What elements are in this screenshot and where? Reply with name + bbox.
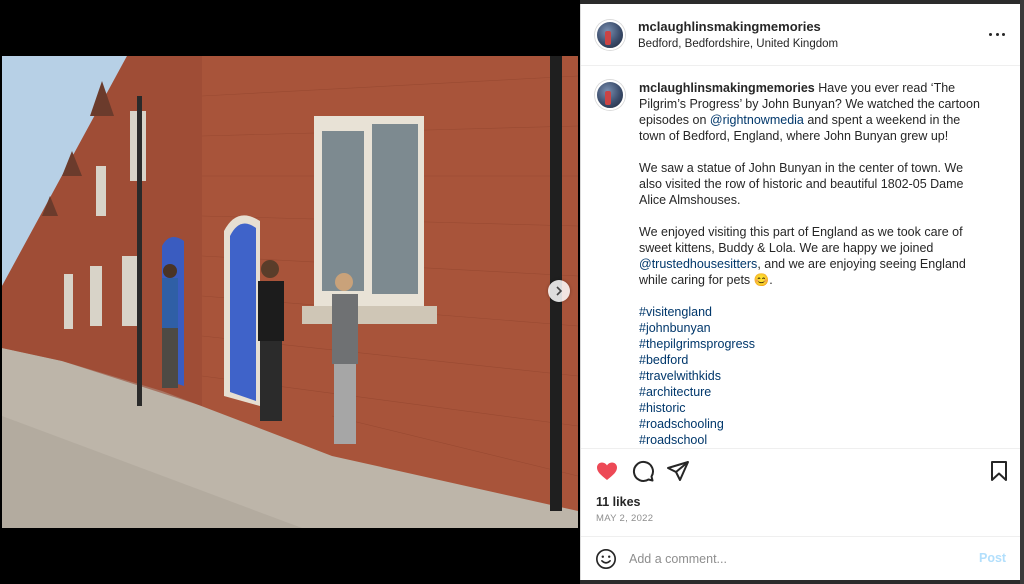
comment-bubble-icon[interactable] [631,459,655,483]
post-panel: mclaughlinsmakingmemories Bedford, Bedfo… [580,4,1021,580]
hashtag-link[interactable]: #bedford [639,352,989,368]
hashtag-list: #visitengland #johnbunyan #thepilgrimspr… [639,304,989,448]
comment-bar: Post [581,536,1021,580]
bookmark-icon[interactable] [987,459,1011,483]
hashtag-link[interactable]: #historic [639,400,989,416]
caption-area: mclaughlinsmakingmemories Have you ever … [581,66,1021,448]
emoji-smile-icon[interactable] [595,548,617,570]
post-comment-button[interactable]: Post [979,551,1006,565]
caption-p2: We saw a statue of John Bunyan in the ce… [639,161,964,207]
post-header: mclaughlinsmakingmemories Bedford, Bedfo… [581,4,1021,66]
hashtag-link[interactable]: #roadschool [639,432,989,448]
post-media [0,0,580,584]
hashtag-link[interactable]: #thepilgrimsprogress [639,336,989,352]
almshouses-photo [2,56,578,528]
post-date: MAY 2, 2022 [596,513,654,524]
hashtag-link[interactable]: #travelwithkids [639,368,989,384]
paper-plane-icon[interactable] [666,459,690,483]
likes-count[interactable]: 11 likes [596,495,641,509]
post-location[interactable]: Bedford, Bedfordshire, United Kingdom [638,38,838,50]
post-username[interactable]: mclaughlinsmakingmemories [638,19,821,34]
caption-p3-text: We enjoyed visiting this part of England… [639,225,963,255]
mention-rightnowmedia[interactable]: @rightnowmedia [710,113,804,127]
mention-trustedhousesitters[interactable]: @trustedhousesitters [639,257,757,271]
more-horizontal-icon[interactable] [989,26,1005,42]
action-bar [581,448,1021,488]
background-strip [1020,0,1024,584]
hashtag-link[interactable]: #johnbunyan [639,320,989,336]
post-photo[interactable] [2,56,578,528]
avatar[interactable] [595,20,625,50]
caption-text: mclaughlinsmakingmemories Have you ever … [639,80,989,448]
hashtag-link[interactable]: #roadschooling [639,416,989,432]
chevron-right-icon [556,286,563,296]
hashtag-link[interactable]: #visitengland [639,304,989,320]
carousel-next-button[interactable] [548,280,570,302]
heart-filled-icon[interactable] [595,459,619,483]
hashtag-link[interactable]: #architecture [639,384,989,400]
caption-avatar[interactable] [595,80,625,110]
comment-input[interactable] [629,548,949,570]
caption-username[interactable]: mclaughlinsmakingmemories [639,81,815,95]
